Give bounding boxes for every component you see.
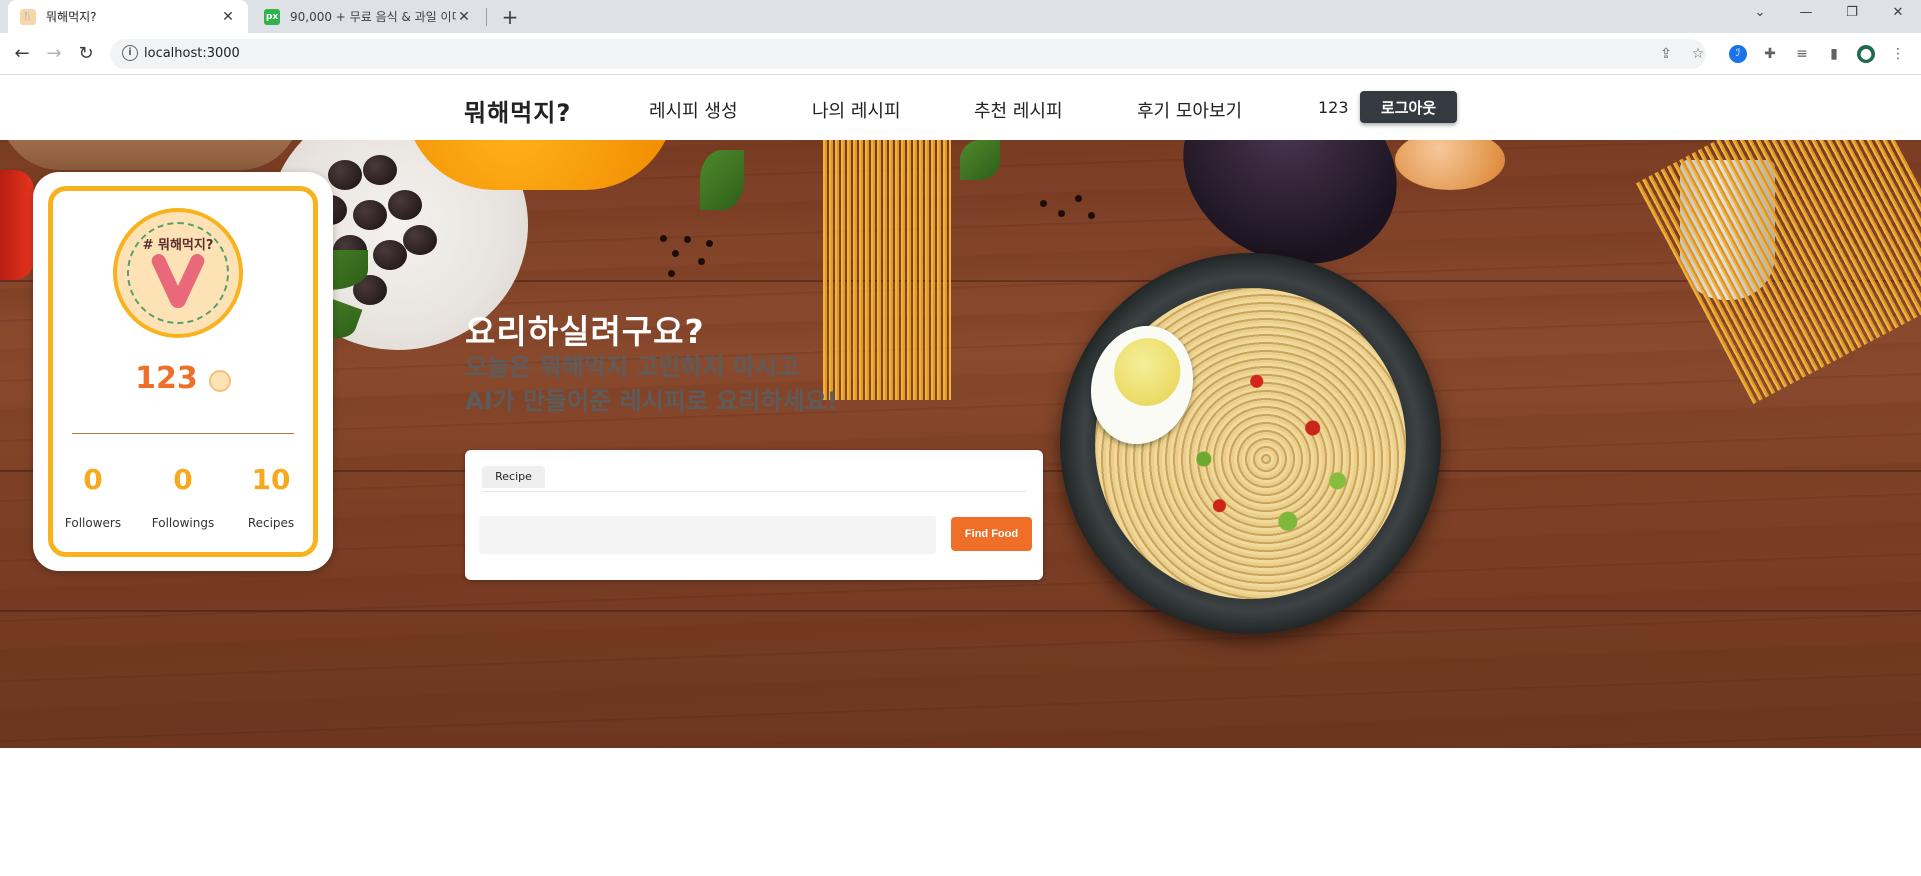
back-arrow-icon[interactable]: ← xyxy=(9,41,35,67)
recipes-label: Recipes xyxy=(247,516,295,530)
restore-icon[interactable]: ❐ xyxy=(1832,0,1872,28)
minimize-icon[interactable]: — xyxy=(1786,0,1826,28)
basil-leaf-image xyxy=(960,140,1000,180)
profile-avatar-icon[interactable]: ● xyxy=(1857,45,1875,63)
spaghetti-bundle-image xyxy=(1635,140,1921,405)
profile-username: 123 xyxy=(135,361,198,396)
recipe-search-card: Recipe Find Food xyxy=(465,450,1043,580)
profile-badge-icon xyxy=(208,369,231,392)
tab-close-icon[interactable]: ✕ xyxy=(456,9,472,25)
logout-button[interactable]: 로그아웃 xyxy=(1360,91,1457,123)
tab-separator xyxy=(486,8,487,26)
avatar[interactable]: # 뭐해먹지? xyxy=(113,208,243,338)
nav-my-recipes[interactable]: 나의 레시피 xyxy=(812,97,901,123)
onion-image xyxy=(1395,140,1505,190)
divider xyxy=(72,433,294,434)
browser-tab-active[interactable]: 🍴 뭐해먹지? ✕ xyxy=(8,0,248,33)
followings-label: Followings xyxy=(151,516,215,530)
stat-followers[interactable]: 0 Followers xyxy=(43,463,143,530)
address-bar[interactable]: i localhost:3000 xyxy=(110,39,1706,69)
hero-subtitle-line1: 오늘은 뭐해먹지 고민하지 마시고 xyxy=(465,353,800,381)
browser-tab-inactive[interactable]: px 90,000 + 무료 음식 & 과일 이미지 ✕ xyxy=(252,0,484,33)
profile-name-row: 123 xyxy=(53,361,313,396)
window-close-icon[interactable]: ✕ xyxy=(1878,0,1918,28)
stat-recipes[interactable]: 10 Recipes xyxy=(221,463,321,530)
tab-search-chevron-down-icon[interactable]: ⌄ xyxy=(1740,0,1780,28)
reload-icon[interactable]: ↻ xyxy=(73,41,99,67)
followings-count: 0 xyxy=(173,463,193,496)
site-header: 뭐해먹지? 레시피 생성 나의 레시피 추천 레시피 후기 모아보기 123 로… xyxy=(0,76,1921,140)
site-info-icon[interactable]: i xyxy=(122,45,138,61)
kebab-menu-icon[interactable]: ⋮ xyxy=(1889,45,1907,63)
basil-leaf-image xyxy=(700,150,744,210)
tomato-image xyxy=(0,170,34,280)
nav-reviews[interactable]: 후기 모아보기 xyxy=(1137,97,1242,123)
spaghetti-image xyxy=(823,140,951,400)
brand-logo[interactable]: 뭐해먹지? xyxy=(464,93,571,128)
hero-subtitle: 오늘은 뭐해먹지 고민하지 마시고 AI가 만들어준 레시피로 요리하세요! xyxy=(465,350,838,418)
followers-count: 0 xyxy=(83,463,103,496)
tab-recipe[interactable]: Recipe xyxy=(482,466,545,488)
browser-tabstrip: 🍴 뭐해먹지? ✕ px 90,000 + 무료 음식 & 과일 이미지 ✕ +… xyxy=(0,0,1921,33)
avatar-logo-text: # 뭐해먹지? xyxy=(142,238,214,253)
find-food-button[interactable]: Find Food xyxy=(951,517,1032,551)
profile-card-frame: # 뭐해먹지? 123 0 Followers 0 Followings 10 … xyxy=(48,186,318,557)
profile-card: # 뭐해먹지? 123 0 Followers 0 Followings 10 … xyxy=(33,172,333,571)
media-playlist-icon[interactable]: ≡ xyxy=(1793,45,1811,63)
translate-extension-icon[interactable]: ℐ xyxy=(1729,45,1747,63)
bread-image xyxy=(0,140,300,170)
nav-recommended-recipes[interactable]: 추천 레시피 xyxy=(974,97,1063,123)
recipes-count: 10 xyxy=(251,463,291,496)
hero-title: 요리하실려구요? xyxy=(465,312,705,351)
header-username: 123 xyxy=(1318,98,1349,117)
tab-close-icon[interactable]: ✕ xyxy=(220,9,236,25)
divider xyxy=(482,491,1026,492)
site-favicon-icon: 🍴 xyxy=(20,8,36,25)
followers-label: Followers xyxy=(64,516,122,530)
ramen-bowl-image xyxy=(1060,253,1441,634)
nav-recipe-create[interactable]: 레시피 생성 xyxy=(649,97,738,123)
url-text: localhost:3000 xyxy=(144,46,240,61)
hero-subtitle-line2: AI가 만들어준 레시피로 요리하세요! xyxy=(465,387,838,415)
tab-title: 뭐해먹지? xyxy=(46,10,97,24)
new-tab-plus-icon[interactable]: + xyxy=(496,3,524,31)
bookmark-star-icon[interactable]: ☆ xyxy=(1689,45,1707,63)
tab-title: 90,000 + 무료 음식 & 과일 이미지 xyxy=(290,10,456,24)
pexels-favicon-icon: px xyxy=(264,8,280,25)
forward-arrow-icon[interactable]: → xyxy=(41,41,67,67)
hero-banner: 요리하실려구요? 오늘은 뭐해먹지 고민하지 마시고 AI가 만들어준 레시피로… xyxy=(0,140,1921,748)
stat-followings[interactable]: 0 Followings xyxy=(133,463,233,530)
side-panel-icon[interactable]: ▮ xyxy=(1825,45,1843,63)
extensions-puzzle-icon[interactable]: ✚ xyxy=(1761,45,1779,63)
food-search-input[interactable] xyxy=(479,516,936,554)
browser-toolbar: ← → ↻ i localhost:3000 ⇪ ☆ ℐ ✚ ≡ ▮ ● ⋮ xyxy=(0,33,1921,75)
share-icon[interactable]: ⇪ xyxy=(1657,45,1675,63)
